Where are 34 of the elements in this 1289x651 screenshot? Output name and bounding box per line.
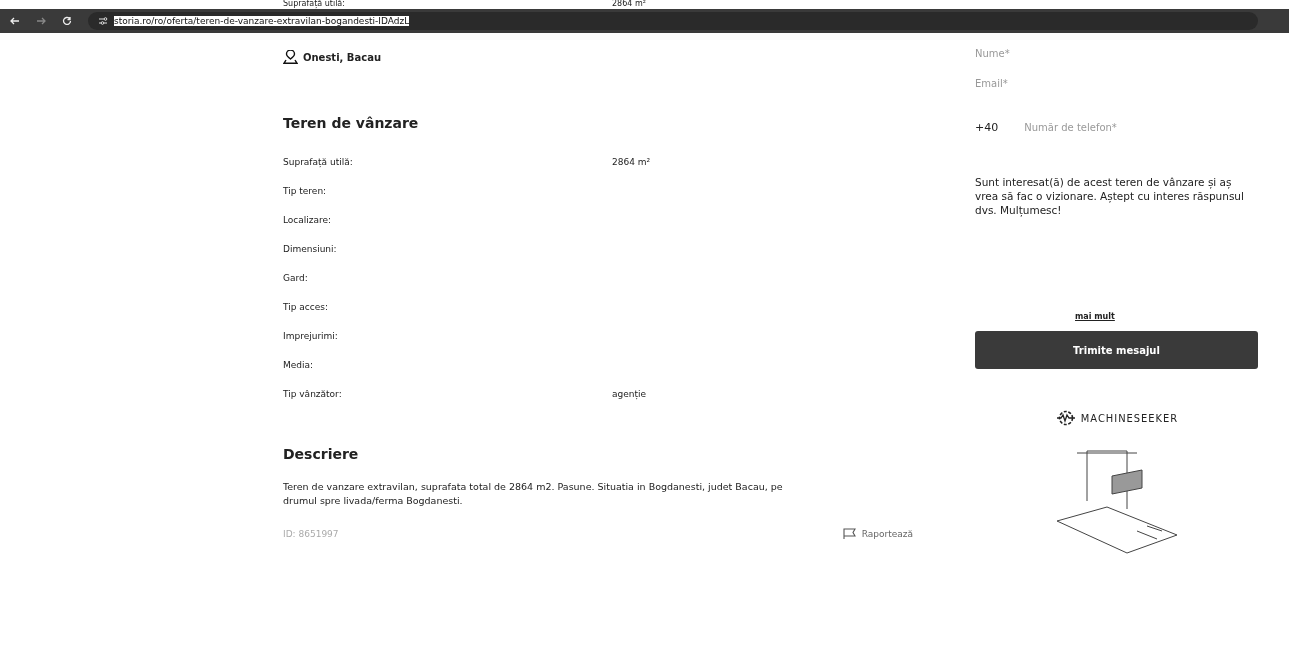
report-link[interactable]: Raportează [842,528,913,540]
detail-label: Media: [283,359,315,370]
phone-prefix[interactable]: +40 [975,120,999,134]
name-field[interactable]: Nume* [975,45,1258,61]
email-field[interactable]: Email* [975,75,1258,91]
detail-label: Tip acces: [283,301,329,312]
send-message-button[interactable]: Trimite mesajul [975,331,1258,369]
site-settings-icon[interactable] [98,16,108,26]
brand-name: MACHINESEEKER [1080,411,1179,425]
more-link[interactable]: mai mult [1075,312,1115,321]
detail-label: Suprafață utilă: [283,156,354,167]
detail-label: Imprejurimi: [283,330,339,341]
detail-label: Localizare: [283,214,333,225]
flag-icon [842,528,856,540]
description-text: Teren de vanzare extravilan, suprafata total de 2864 m2. Pasune. Situatia in Bogdanesti, judet Bacau, pe drumul spre livada/ferma Bogdanesti. [283,480,783,508]
detail-label: Dimensiuni: [283,243,338,254]
section-title: Descriere [283,446,360,464]
reload-icon[interactable] [62,16,72,26]
back-icon[interactable] [10,16,20,26]
detail-value: 2864 m² [612,0,646,9]
detail-label: Gard: [283,272,309,283]
message-field[interactable]: Sunt interesat(ă) de acest teren de vânzare și aș vrea să fac o vizionare. Aștept cu interes răspunsul dvs. Mulțumesc! [975,175,1258,217]
listing-id: ID: 8651997 [283,529,339,539]
detail-label: Tip vânzător: [283,388,343,399]
location-pin-icon [283,50,298,64]
detail-label: Suprafață utilă: [283,0,346,9]
phone-field[interactable]: Număr de telefon* [1024,119,1205,135]
section-title: Teren de vânzare [283,115,420,133]
location-text: Onesti, Bacau [303,51,381,63]
gear-logo-icon [1054,409,1077,427]
detail-value: agenție [612,388,647,399]
forward-icon[interactable] [36,16,46,26]
detail-value: 2864 m² [612,156,651,167]
detail-label: Tip teren: [283,185,328,196]
